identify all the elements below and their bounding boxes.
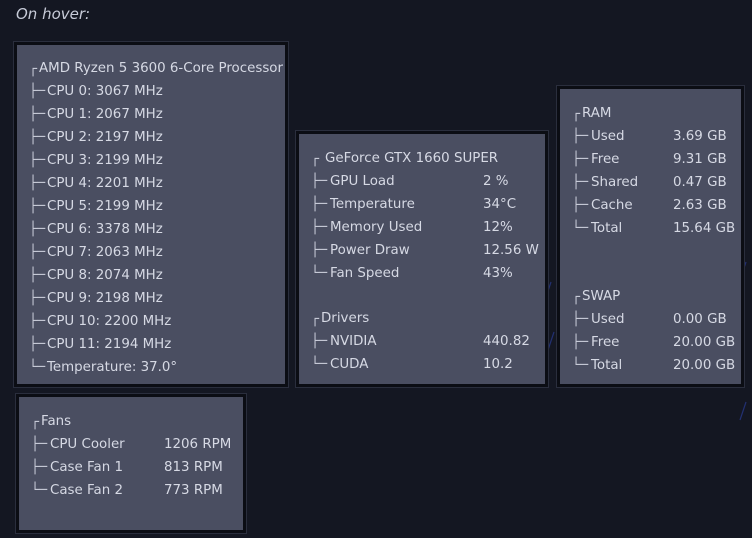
branch-glyph: ┌: [31, 415, 40, 430]
tree-branch: ├─: [572, 198, 589, 213]
tree-branch: ├─: [29, 130, 46, 145]
branch-glyph: ┌: [311, 152, 320, 167]
tree-branch: ├─: [572, 175, 589, 190]
item-label: Case Fan 1: [50, 460, 123, 475]
item-value: 43%: [483, 266, 513, 281]
tree-branch: ├─: [29, 291, 46, 306]
item-label: CPU 10: 2200 MHz: [47, 314, 172, 329]
tree-branch: └─: [29, 360, 46, 375]
item-label: Shared: [591, 175, 639, 190]
tree-branch: ├─: [31, 460, 48, 475]
gpu-title: GeForce GTX 1660 SUPER: [325, 151, 499, 166]
tree-branch: └─: [31, 483, 48, 498]
caption: On hover:: [16, 5, 91, 23]
item-label: Total: [591, 221, 623, 236]
tree-branch: ├─: [31, 437, 48, 452]
item-value: 12.56 W: [483, 243, 539, 258]
tree-branch: ├─: [311, 220, 328, 235]
tree-branch: └─: [311, 357, 328, 372]
tree-branch: ├─: [572, 335, 589, 350]
item-value: 20.00 GB: [673, 358, 736, 373]
item-label: CPU 5: 2199 MHz: [47, 199, 163, 214]
item-label: CPU 8: 2074 MHz: [47, 268, 163, 283]
tree-branch: ├─: [29, 268, 46, 283]
tree-branch: ├─: [29, 222, 46, 237]
item-label: CPU 2: 2197 MHz: [47, 130, 163, 145]
item-label: CPU 7: 2063 MHz: [47, 245, 163, 260]
item-value: 2.63 GB: [673, 198, 727, 213]
item-label: Cache: [591, 198, 633, 213]
ram-panel[interactable]: ┌ RAM ┌ SWAP ├─ Used 3.69 GB ├─ Free 9.31 GB ├…: [557, 86, 744, 387]
tree-branch: ├─: [311, 174, 328, 189]
tree-branch: ├─: [29, 337, 46, 352]
item-value: 440.82: [483, 334, 530, 349]
item-value: 773 RPM: [164, 483, 223, 498]
gpu-panel[interactable]: ┌ GeForce GTX 1660 SUPER ┌ Drivers ├─ GPU…: [296, 131, 548, 387]
drivers-title: Drivers: [321, 311, 370, 326]
tree-branch: └─: [572, 358, 589, 373]
tree-branch: └─: [572, 221, 589, 236]
ram-title: RAM: [582, 106, 612, 121]
tree-branch: └─: [311, 266, 328, 281]
item-label: CPU 9: 2198 MHz: [47, 291, 163, 306]
item-label: Fan Speed: [330, 266, 400, 281]
item-label: Free: [591, 152, 620, 167]
tree-branch: ├─: [29, 107, 46, 122]
fans-panel[interactable]: ┌ Fans ├─ CPU Cooler 1206 RPM ├─ Case Fan 1 8…: [16, 394, 246, 533]
item-value: 34°C: [483, 197, 517, 212]
tree-branch: ├─: [572, 129, 589, 144]
item-label: Free: [591, 335, 620, 350]
tree-branch: ├─: [311, 334, 328, 349]
branch-glyph: ┌: [572, 107, 581, 122]
item-value: 1206 RPM: [164, 437, 232, 452]
item-value: 10.2: [483, 357, 513, 372]
item-label: Temperature: 37.0°: [47, 360, 178, 375]
tree-branch: ├─: [572, 312, 589, 327]
fans-title: Fans: [41, 414, 72, 429]
tree-branch: ├─: [29, 199, 46, 214]
item-label: CPU 3: 2199 MHz: [47, 153, 163, 168]
item-label: NVIDIA: [330, 334, 377, 349]
branch-glyph: ┌: [572, 290, 581, 305]
item-label: CPU 1: 2067 MHz: [47, 107, 163, 122]
item-value: 0.00 GB: [673, 312, 727, 327]
item-value: 813 RPM: [164, 460, 223, 475]
branch-glyph: ┌: [311, 312, 320, 327]
item-value: 15.64 GB: [673, 221, 736, 236]
branch-glyph: ┌: [29, 62, 38, 77]
item-label: CPU Cooler: [50, 437, 125, 452]
swap-title: SWAP: [582, 289, 621, 304]
item-label: Temperature: [330, 197, 415, 212]
item-label: CUDA: [330, 357, 369, 372]
tree-branch: ├─: [29, 245, 46, 260]
item-label: Total: [591, 358, 623, 373]
tree-branch: ├─: [29, 84, 46, 99]
item-value: 2 %: [483, 174, 509, 189]
item-label: CPU 6: 3378 MHz: [47, 222, 163, 237]
tree-branch: ├─: [572, 152, 589, 167]
item-label: Case Fan 2: [50, 483, 123, 498]
item-label: CPU 11: 2194 MHz: [47, 337, 172, 352]
item-value: 12%: [483, 220, 513, 235]
item-label: CPU 0: 3067 MHz: [47, 84, 163, 99]
tree-branch: ├─: [311, 197, 328, 212]
tree-branch: ├─: [29, 153, 46, 168]
tree-branch: ├─: [29, 176, 46, 191]
item-value: 9.31 GB: [673, 152, 727, 167]
item-label: Memory Used: [330, 220, 423, 235]
item-label: Used: [591, 312, 625, 327]
item-label: CPU 4: 2201 MHz: [47, 176, 163, 191]
item-value: 0.47 GB: [673, 175, 727, 190]
item-label: Power Draw: [330, 243, 410, 258]
tree-branch: ├─: [311, 243, 328, 258]
tree-branch: ├─: [29, 314, 46, 329]
cpu-panel[interactable]: ┌ AMD Ryzen 5 3600 6-Core Processor ├─ CP…: [14, 42, 288, 387]
item-label: GPU Load: [330, 174, 395, 189]
cpu-title: AMD Ryzen 5 3600 6-Core Processor: [39, 61, 283, 76]
item-value: 20.00 GB: [673, 335, 736, 350]
item-label: Used: [591, 129, 625, 144]
item-value: 3.69 GB: [673, 129, 727, 144]
